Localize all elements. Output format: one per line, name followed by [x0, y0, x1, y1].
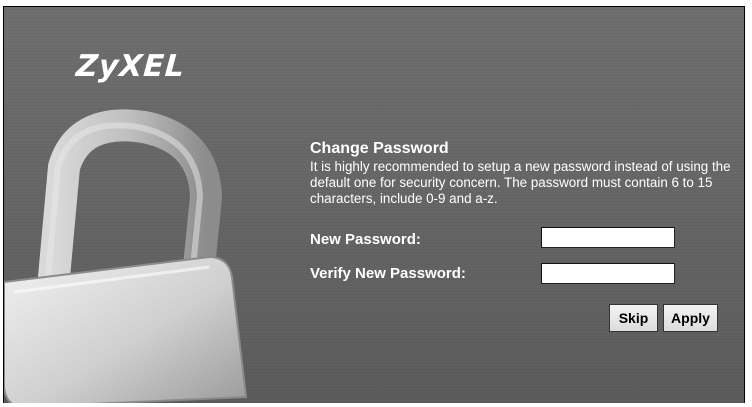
apply-button[interactable]: Apply	[663, 304, 718, 332]
verify-password-label: Verify New Password:	[310, 265, 466, 282]
change-password-title: Change Password	[310, 140, 449, 157]
padlock-icon	[4, 109, 248, 403]
new-password-input[interactable]	[541, 227, 675, 248]
verify-password-input[interactable]	[541, 263, 675, 284]
new-password-label: New Password:	[310, 231, 421, 248]
change-password-panel: ZyXEL Change Password It is highly recom…	[3, 6, 745, 403]
zyxel-logo: ZyXEL	[74, 49, 187, 84]
password-instructions: It is highly recommended to setup a new …	[310, 159, 731, 206]
skip-button[interactable]: Skip	[609, 304, 658, 332]
